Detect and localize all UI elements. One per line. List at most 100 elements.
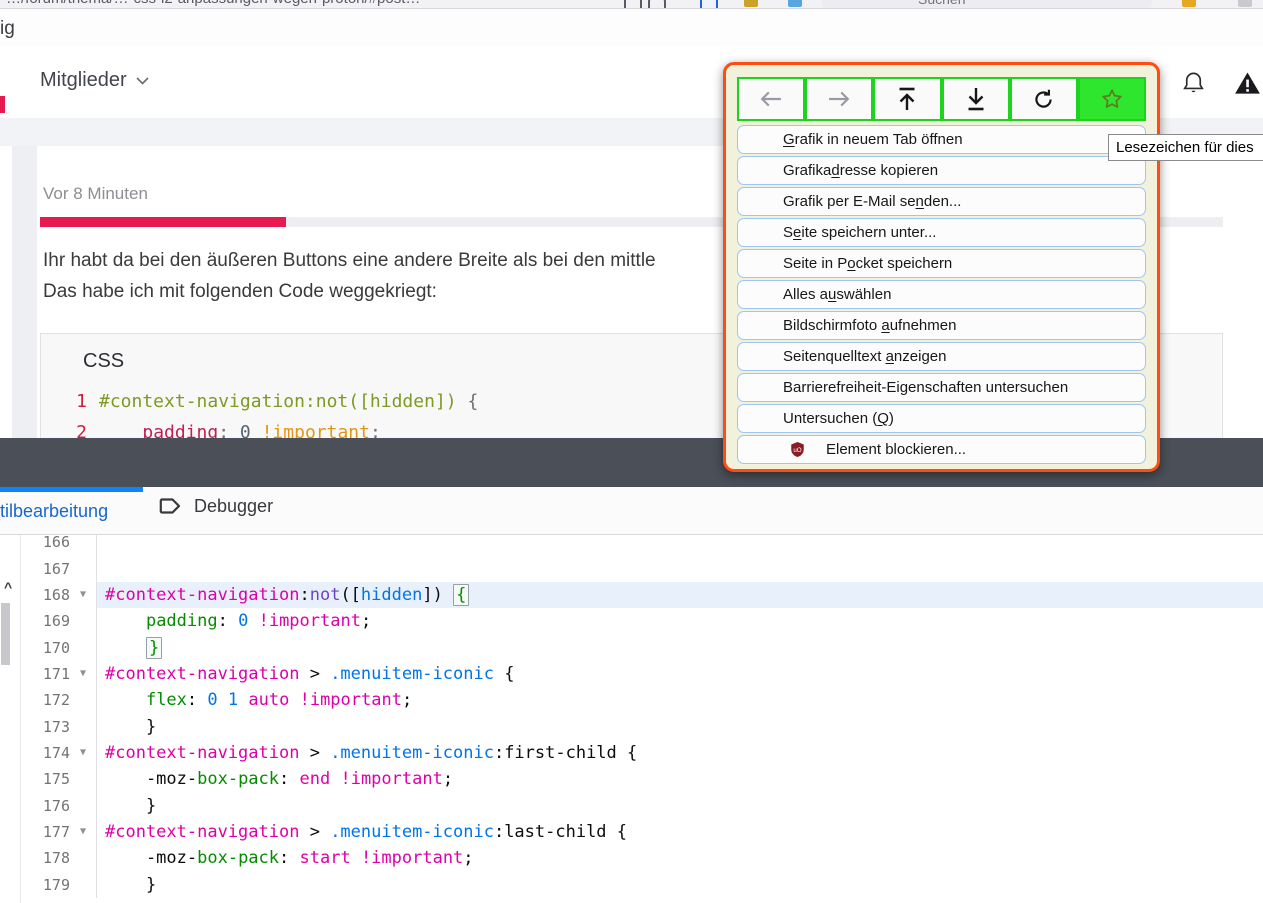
code-text: padding: 0 !important; xyxy=(96,608,1263,634)
menu-icon[interactable] xyxy=(1238,0,1252,7)
tab-debugger[interactable]: Debugger xyxy=(158,495,273,517)
urlbar-text[interactable]: …/forum/thema/…-css-i2-anpassungen-wegen… xyxy=(6,0,420,7)
bookmark-item[interactable]: ig xyxy=(0,18,15,40)
star-icon xyxy=(1100,87,1124,111)
code-line-169[interactable]: 169 padding: 0 !important; xyxy=(21,608,1263,634)
extension-icon-2[interactable] xyxy=(744,0,758,7)
poll-bar-fill xyxy=(40,217,286,227)
post-timestamp[interactable]: Vor 8 Minuten xyxy=(43,184,148,204)
menu-item-label: Grafik per E-Mail senden... xyxy=(783,193,961,210)
fold-arrow-icon[interactable]: ▼ xyxy=(70,747,96,758)
ublock-shield-icon: uO xyxy=(790,441,805,458)
context-menu-item-save-page-as[interactable]: Seite speichern unter... xyxy=(737,218,1146,247)
context-menu-item-open-image-new-tab[interactable]: Grafik in neuem Tab öffnen xyxy=(737,125,1146,154)
page-code-line-number: 1 xyxy=(41,391,87,412)
code-line-176[interactable]: 176 } xyxy=(21,792,1263,818)
code-line-177[interactable]: 177▼#context-navigation > .menuitem-icon… xyxy=(21,819,1263,845)
context-menu-item-copy-image-address[interactable]: Grafikadresse kopieren xyxy=(737,156,1146,185)
code-line-166[interactable]: 166 xyxy=(21,535,1263,555)
reload-button[interactable] xyxy=(1010,77,1078,121)
nav-mitglieder-label: Mitglieder xyxy=(40,69,127,92)
context-menu-item-inspect-accessibility[interactable]: Barrierefreiheit-Eigenschaften untersuch… xyxy=(737,373,1146,402)
code-text: } xyxy=(96,792,1263,818)
bell-icon[interactable] xyxy=(1180,70,1207,97)
code-line-170[interactable]: 170 } xyxy=(21,634,1263,660)
context-menu-item-save-to-pocket[interactable]: Seite in Pocket speichern xyxy=(737,249,1146,278)
fold-arrow-icon[interactable]: ▼ xyxy=(70,826,96,837)
code-text: #context-navigation > .menuitem-iconic:l… xyxy=(96,819,1263,845)
save-page-button[interactable] xyxy=(942,77,1010,121)
code-text: -moz-box-pack: start !important; xyxy=(96,845,1263,871)
code-text: -moz-box-pack: end !important; xyxy=(96,766,1263,792)
menu-item-label: Seite in Pocket speichern xyxy=(783,255,952,272)
code-line-171[interactable]: 171▼#context-navigation > .menuitem-icon… xyxy=(21,661,1263,687)
code-line-178[interactable]: 178 -moz-box-pack: start !important; xyxy=(21,845,1263,871)
line-number[interactable]: 179 xyxy=(21,876,70,894)
context-menu-item-email-image[interactable]: Grafik per E-Mail senden... xyxy=(737,187,1146,216)
line-number[interactable]: 176 xyxy=(21,797,70,815)
context-menu-item-block-element[interactable]: uOElement blockieren... xyxy=(737,435,1146,464)
style-editor: ^ 166 167 168▼#context-navigation:not([hid… xyxy=(0,535,1263,903)
urlbar-bookmark-star-icon[interactable] xyxy=(648,0,666,9)
context-menu: Grafik in neuem Tab öffnenGrafikadresse … xyxy=(723,62,1160,472)
line-number[interactable]: 175 xyxy=(21,770,70,788)
bookmark-tooltip: Lesezeichen für dies xyxy=(1108,134,1263,161)
line-number[interactable]: 168 xyxy=(21,586,70,604)
arrow-to-bottom-icon xyxy=(964,86,988,112)
post-left-rail xyxy=(12,146,37,438)
context-menu-item-inspect-element[interactable]: Untersuchen (Q) xyxy=(737,404,1146,433)
forward-button[interactable] xyxy=(805,77,873,121)
line-number[interactable]: 173 xyxy=(21,718,70,736)
code-line-168[interactable]: 168▼#context-navigation:not([hidden]) { xyxy=(21,582,1263,608)
menu-item-label: Seite speichern unter... xyxy=(783,224,936,241)
scroll-to-top-button[interactable] xyxy=(873,77,941,121)
line-number[interactable]: 174 xyxy=(21,744,70,762)
code-line-172[interactable]: 172 flex: 0 1 auto !important; xyxy=(21,687,1263,713)
code-text: flex: 0 1 auto !important; xyxy=(96,687,1263,713)
line-number[interactable]: 177 xyxy=(21,823,70,841)
code-line-174[interactable]: 174▼#context-navigation > .menuitem-icon… xyxy=(21,740,1263,766)
code-line-179[interactable]: 179 } xyxy=(21,871,1263,897)
code-text xyxy=(96,555,1263,581)
menu-item-label: Untersuchen (Q) xyxy=(783,410,894,427)
line-number[interactable]: 171 xyxy=(21,665,70,683)
context-menu-item-select-all[interactable]: Alles auswählen xyxy=(737,280,1146,309)
scroll-up-icon[interactable]: ^ xyxy=(4,579,12,595)
extension-icon-4[interactable] xyxy=(1182,0,1196,7)
code-text: } xyxy=(96,634,1263,660)
svg-text:uO: uO xyxy=(793,447,801,454)
code-text: #context-navigation > .menuitem-iconic { xyxy=(96,661,1263,687)
fold-arrow-icon[interactable]: ▼ xyxy=(70,668,96,679)
code-line-167[interactable]: 167 xyxy=(21,555,1263,581)
line-number[interactable]: 169 xyxy=(21,612,70,630)
context-menu-item-view-page-source[interactable]: Seitenquelltext anzeigen xyxy=(737,342,1146,371)
code-line-175[interactable]: 175 -moz-box-pack: end !important; xyxy=(21,766,1263,792)
line-number[interactable]: 167 xyxy=(21,560,70,578)
menu-item-label: Barrierefreiheit-Eigenschaften untersuch… xyxy=(783,379,1068,396)
scrollbar-thumb[interactable] xyxy=(1,603,10,665)
search-field[interactable]: Suchen xyxy=(822,0,1152,8)
extension-icon-1[interactable] xyxy=(700,0,718,9)
bookmarks-bar: ig xyxy=(0,9,1263,47)
code-line-173[interactable]: 173 } xyxy=(21,713,1263,739)
context-menu-item-take-screenshot[interactable]: Bildschirmfoto aufnehmen xyxy=(737,311,1146,340)
line-number[interactable]: 178 xyxy=(21,849,70,867)
menu-item-label: Seitenquelltext anzeigen xyxy=(783,348,946,365)
extension-icon-3[interactable] xyxy=(788,0,802,7)
line-number[interactable]: 172 xyxy=(21,691,70,709)
line-number[interactable]: 170 xyxy=(21,639,70,657)
tab-stilbearbeitung[interactable]: tilbearbeitung xyxy=(0,501,108,522)
menu-item-label: Alles auswählen xyxy=(783,286,891,303)
line-number[interactable]: 166 xyxy=(21,535,70,551)
nav-mitglieder[interactable]: Mitglieder xyxy=(40,69,149,92)
fold-arrow-icon[interactable]: ▼ xyxy=(70,589,96,600)
warning-icon[interactable] xyxy=(1234,70,1261,97)
code-text: } xyxy=(96,871,1263,897)
reader-view-icon[interactable] xyxy=(624,0,642,9)
context-menu-icon-row xyxy=(737,77,1146,121)
tab-debugger-label: Debugger xyxy=(194,496,273,517)
code-text: } xyxy=(96,713,1263,739)
back-button[interactable] xyxy=(737,77,805,121)
editor-left-rail: ^ xyxy=(0,535,21,903)
bookmark-button[interactable] xyxy=(1078,77,1146,121)
